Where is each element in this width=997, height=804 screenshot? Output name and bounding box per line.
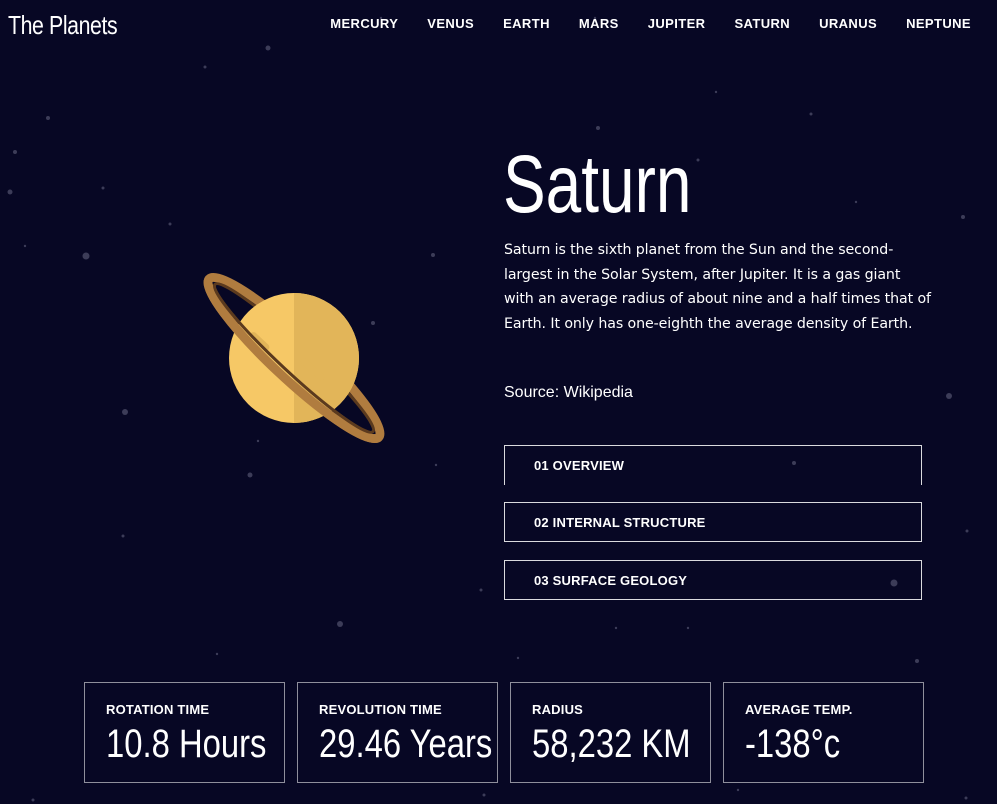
planet-description: Saturn is the sixth planet from the Sun … bbox=[504, 242, 931, 332]
stat-label: ROTATION TIME bbox=[106, 702, 210, 717]
stat-value: -138°c bbox=[745, 722, 841, 766]
nav-item-neptune[interactable]: NEPTUNE bbox=[906, 16, 971, 31]
nav-item-jupiter[interactable]: JUPITER bbox=[648, 16, 706, 31]
source-link[interactable]: Source: Wikipedia bbox=[504, 384, 633, 402]
nav-item-saturn[interactable]: SATURN bbox=[734, 16, 790, 31]
stat-label: AVERAGE TEMP. bbox=[745, 702, 853, 717]
stat-label: REVOLUTION TIME bbox=[319, 702, 442, 717]
nav-item-mars[interactable]: MARS bbox=[579, 16, 619, 31]
nav-item-uranus[interactable]: URANUS bbox=[819, 16, 877, 31]
stat-card-rotation: ROTATION TIME 10.8 Hours bbox=[84, 682, 285, 783]
stat-label: RADIUS bbox=[532, 702, 584, 717]
planet-nav: MERCURY VENUS EARTH MARS JUPITER SATURN … bbox=[330, 16, 971, 31]
nav-item-earth[interactable]: EARTH bbox=[503, 16, 550, 31]
stat-value: 10.8 Hours bbox=[106, 722, 267, 766]
nav-item-venus[interactable]: VENUS bbox=[427, 16, 474, 31]
saturn-illustration bbox=[203, 272, 385, 444]
tab-overview[interactable]: 01 OVERVIEW bbox=[504, 445, 922, 485]
stat-card-radius: RADIUS 58,232 KM bbox=[510, 682, 711, 783]
stat-value: 58,232 KM bbox=[532, 722, 691, 766]
stat-card-temperature: AVERAGE TEMP. -138°c bbox=[723, 682, 924, 783]
tab-surface-geology[interactable]: 03 SURFACE GEOLOGY bbox=[504, 560, 922, 600]
planet-title: Saturn bbox=[503, 139, 692, 230]
nav-item-mercury[interactable]: MERCURY bbox=[330, 16, 398, 31]
stat-card-revolution: REVOLUTION TIME 29.46 Years bbox=[297, 682, 498, 783]
site-logo[interactable]: The Planets bbox=[8, 10, 118, 41]
stat-value: 29.46 Years bbox=[319, 722, 493, 766]
tab-internal-structure[interactable]: 02 INTERNAL STRUCTURE bbox=[504, 502, 922, 542]
